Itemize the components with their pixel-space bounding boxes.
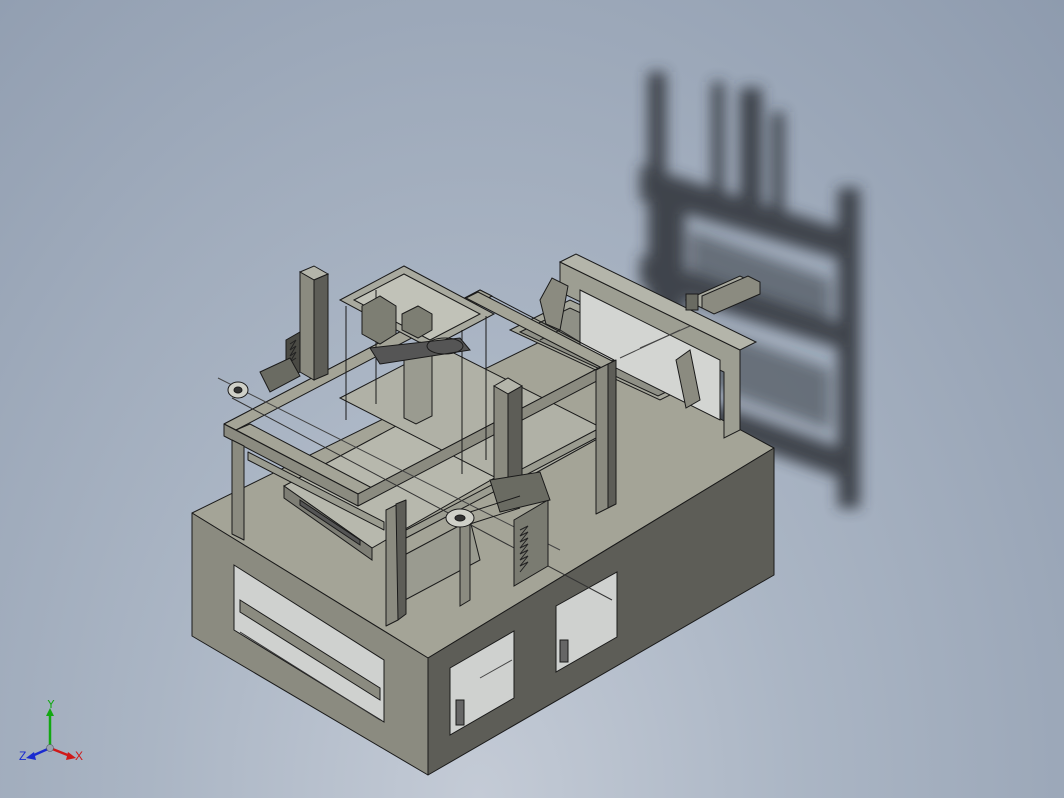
coordinate-triad-icon: Y X Z: [19, 700, 83, 763]
triad-origin: [46, 744, 54, 752]
cad-viewport[interactable]: Y X Z: [0, 0, 1064, 798]
y-axis-label: Y: [47, 700, 55, 711]
left-post: [227, 265, 330, 399]
x-axis-label: X: [75, 749, 83, 763]
triad-axes: [26, 708, 76, 760]
z-axis-arrow-icon: [26, 752, 36, 760]
cad-model-view[interactable]: [0, 0, 1064, 798]
z-axis-label: Z: [19, 749, 26, 763]
